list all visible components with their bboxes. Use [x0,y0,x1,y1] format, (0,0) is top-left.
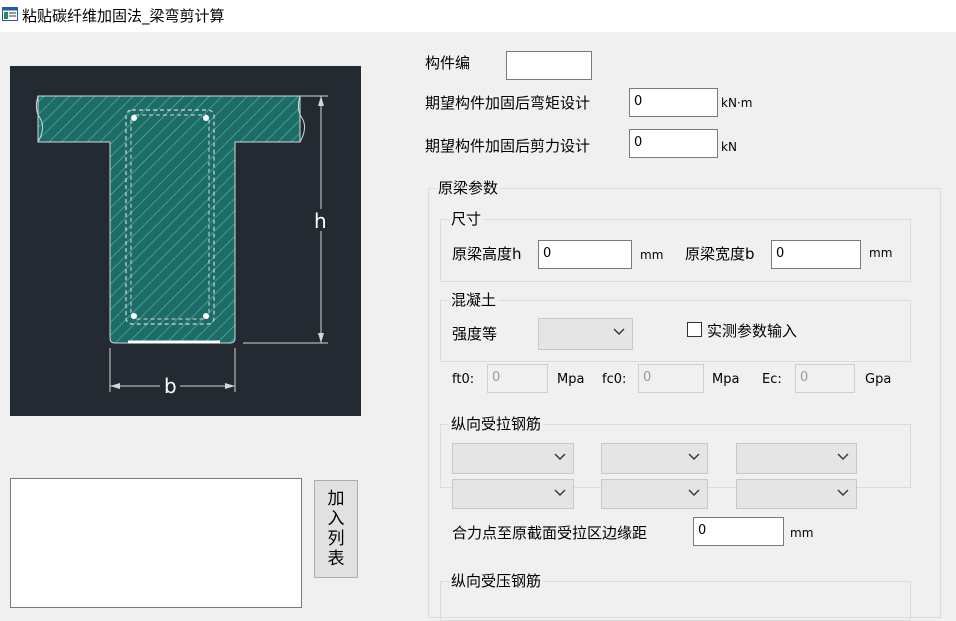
add-button-char: 列 [327,529,345,549]
add-button-char: 加 [327,489,345,509]
original-beam-title: 原梁参数 [436,179,501,197]
shear-unit: kN [721,140,737,154]
member-id-label: 构件编 [425,54,471,72]
size-title: 尺寸 [449,210,484,228]
distance-label: 合力点至原截面受拉区边缘距 [452,524,648,542]
moment-label: 期望构件加固后弯矩设计 [425,94,591,112]
chevron-down-icon [613,328,625,335]
beam-width-unit: mm [869,246,893,260]
add-to-list-button[interactable]: 加 入 列 表 [314,480,358,578]
tension-rebar-select[interactable] [601,443,708,474]
moment-input[interactable]: 0 [629,88,718,117]
fc0-input[interactable]: 0 [638,364,704,393]
beam-height-label: 原梁高度h [452,245,522,263]
add-button-char: 表 [327,549,345,569]
ft0-label: ft0: [452,372,475,387]
fc0-label: fc0: [602,372,627,387]
beam-width-input[interactable]: 0 [771,240,861,269]
chevron-down-icon [554,453,566,460]
tension-rebar-select[interactable] [452,443,574,474]
concrete-title: 混凝土 [449,291,499,309]
tension-rebar-select[interactable] [736,479,857,509]
beam-height-input[interactable]: 0 [538,240,632,269]
add-button-char: 入 [327,509,345,529]
ec-input[interactable]: 0 [795,364,855,393]
chevron-down-icon [688,453,700,460]
beam-height-unit: mm [640,248,664,262]
section-diagram: h b [10,66,361,416]
dimension-b-label: b [164,374,177,398]
tension-rebar-select[interactable] [736,443,857,474]
tension-rebar-select[interactable] [452,479,574,509]
tension-rebar-title: 纵向受拉钢筋 [449,415,544,433]
window-title: 粘贴碳纤维加固法_梁弯剪计算 [22,7,225,25]
concrete-group [440,300,911,362]
chevron-down-icon [837,453,849,460]
distance-unit: mm [790,526,814,540]
fc0-unit: Mpa [712,372,740,387]
chevron-down-icon [837,489,849,496]
chevron-down-icon [554,489,566,496]
member-id-input[interactable] [506,51,592,80]
shear-input[interactable]: 0 [629,129,718,158]
concrete-grade-label: 强度等 [452,325,498,343]
distance-input[interactable]: 0 [693,517,784,546]
measured-params-checkbox[interactable] [687,322,702,337]
ft0-input[interactable]: 0 [487,364,548,393]
tension-rebar-select[interactable] [601,479,708,509]
dimension-h-label: h [314,209,327,233]
shear-label: 期望构件加固后剪力设计 [425,137,591,155]
ft0-unit: Mpa [557,372,585,387]
member-list[interactable] [10,478,302,608]
app-icon [2,7,18,21]
beam-width-label: 原梁宽度b [685,245,755,263]
chevron-down-icon [688,489,700,496]
concrete-grade-select[interactable] [538,318,633,350]
measured-params-label: 实测参数输入 [707,322,798,340]
compression-rebar-title: 纵向受压钢筋 [449,572,544,590]
ec-label: Ec: [762,372,782,387]
ec-unit: Gpa [865,372,892,387]
t-beam-section-drawing: h b [35,95,330,398]
moment-unit: kN·m [721,96,753,110]
